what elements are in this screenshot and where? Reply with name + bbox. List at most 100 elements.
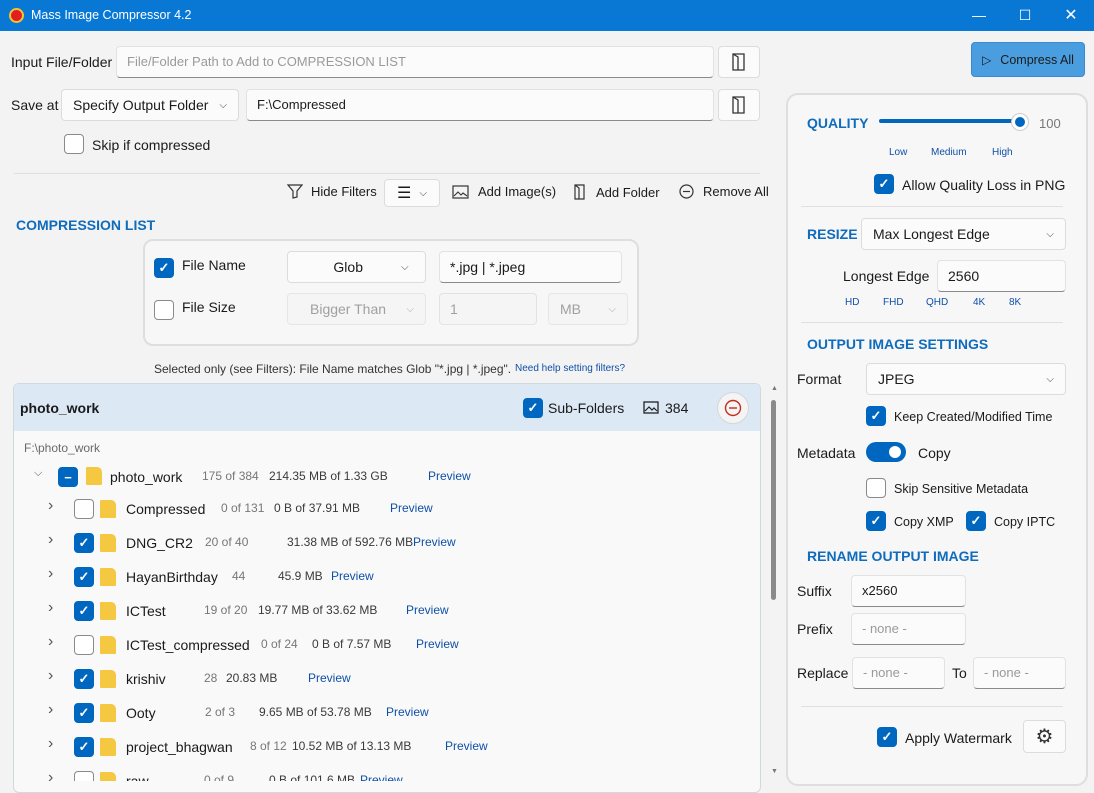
add-folder-button[interactable]: Add Folder bbox=[573, 184, 660, 200]
folder-checkbox[interactable] bbox=[74, 771, 94, 781]
close-button[interactable]: ✕ bbox=[1048, 0, 1094, 31]
folder-checkbox[interactable]: ✓ bbox=[74, 567, 94, 587]
scroll-down-icon[interactable]: ▼ bbox=[771, 768, 778, 775]
metadata-toggle[interactable] bbox=[866, 442, 906, 462]
resize-preset-hd[interactable]: HD bbox=[845, 297, 859, 308]
tree-row[interactable]: › ✓ project_bhagwan 8 of 12 10.52 MB of 13.1… bbox=[14, 731, 760, 765]
file-size-value-field[interactable]: 1 bbox=[439, 293, 537, 325]
tree-row[interactable]: › raw 0 of 9 0 B of 101.6 MB Preview bbox=[14, 765, 760, 781]
chevron-right-icon[interactable]: › bbox=[48, 769, 53, 781]
preview-link[interactable]: Preview bbox=[360, 773, 403, 781]
chevron-right-icon[interactable]: › bbox=[48, 497, 53, 515]
quality-slider-track[interactable] bbox=[879, 119, 1019, 123]
preview-link[interactable]: Preview bbox=[445, 739, 488, 753]
chevron-right-icon[interactable]: › bbox=[48, 565, 53, 583]
file-name-pattern-field[interactable]: *.jpg | *.jpeg bbox=[439, 251, 622, 283]
quality-medium-preset[interactable]: Medium bbox=[931, 147, 967, 158]
file-size-mode-dropdown[interactable]: Bigger Than ⌵ bbox=[287, 293, 426, 325]
tree-row[interactable]: › ✓ Ooty 2 of 3 9.65 MB of 53.78 MB Preview bbox=[14, 697, 760, 731]
quality-high-preset[interactable]: High bbox=[992, 147, 1013, 158]
save-mode-dropdown[interactable]: Specify Output Folder ⌵ bbox=[61, 89, 239, 121]
chevron-right-icon[interactable]: › bbox=[48, 667, 53, 685]
preview-link[interactable]: Preview bbox=[406, 603, 449, 617]
folder-checkbox[interactable]: ✓ bbox=[74, 737, 94, 757]
tree-row[interactable]: › ✓ ICTest 19 of 20 19.77 MB of 33.62 MB Prev… bbox=[14, 595, 760, 629]
resize-mode-dropdown[interactable]: Max Longest Edge ⌵ bbox=[861, 218, 1066, 250]
remove-all-button[interactable]: Remove All bbox=[679, 184, 769, 199]
format-label: Format bbox=[797, 371, 842, 387]
longest-edge-field[interactable]: 2560 bbox=[937, 260, 1066, 292]
file-name-mode-dropdown[interactable]: Glob ⌵ bbox=[287, 251, 426, 283]
copy-iptc-checkbox[interactable]: ✓ bbox=[966, 511, 986, 531]
scrollbar-thumb[interactable] bbox=[771, 400, 776, 600]
tree-root-row[interactable]: ⌵ − photo_work 175 of 384 214.35 MB of 1… bbox=[14, 459, 760, 493]
resize-preset-8k[interactable]: 8K bbox=[1009, 297, 1021, 308]
copy-xmp-checkbox[interactable]: ✓ bbox=[866, 511, 886, 531]
prefix-label: Prefix bbox=[797, 621, 833, 637]
chevron-right-icon[interactable]: › bbox=[48, 633, 53, 651]
tree-row[interactable]: › ✓ HayanBirthday 44 45.9 MB Preview bbox=[14, 561, 760, 595]
remove-folder-button[interactable] bbox=[717, 392, 749, 424]
hide-filters-button[interactable]: Hide Filters bbox=[287, 184, 377, 199]
preview-link[interactable]: Preview bbox=[413, 535, 456, 549]
preview-link[interactable]: Preview bbox=[308, 671, 351, 685]
output-settings-title: OUTPUT IMAGE SETTINGS bbox=[807, 336, 989, 352]
preview-link[interactable]: Preview bbox=[416, 637, 459, 651]
folder-checkbox[interactable] bbox=[74, 635, 94, 655]
preview-link[interactable]: Preview bbox=[386, 705, 429, 719]
allow-png-loss-checkbox[interactable]: ✓ bbox=[874, 174, 894, 194]
skip-compressed-checkbox[interactable] bbox=[64, 134, 84, 154]
suffix-field[interactable]: x2560 bbox=[851, 575, 966, 607]
input-path-field[interactable]: File/Folder Path to Add to COMPRESSION L… bbox=[116, 46, 714, 78]
apply-watermark-checkbox[interactable]: ✓ bbox=[877, 727, 897, 747]
folder-checkbox[interactable]: ✓ bbox=[74, 533, 94, 553]
output-path-field[interactable]: F:\Compressed bbox=[246, 89, 714, 121]
quality-slider-thumb[interactable] bbox=[1011, 113, 1029, 131]
keep-time-checkbox[interactable]: ✓ bbox=[866, 406, 886, 426]
preview-link[interactable]: Preview bbox=[428, 469, 471, 483]
resize-preset-qhd[interactable]: QHD bbox=[926, 297, 948, 308]
watermark-settings-button[interactable]: ⚙ bbox=[1023, 720, 1066, 753]
minimize-button[interactable]: — bbox=[956, 0, 1002, 31]
tree-row[interactable]: › ICTest_compressed 0 of 24 0 B of 7.57 MB P… bbox=[14, 629, 760, 663]
folder-panel-name: photo_work bbox=[20, 400, 100, 416]
skip-sensitive-checkbox[interactable] bbox=[866, 478, 886, 498]
tree-row[interactable]: › ✓ DNG_CR2 20 of 40 31.38 MB of 592.76 MB Pr… bbox=[14, 527, 760, 561]
resize-preset-fhd[interactable]: FHD bbox=[883, 297, 904, 308]
folder-checkbox[interactable] bbox=[74, 499, 94, 519]
filter-help-link[interactable]: Need help setting filters? bbox=[515, 363, 625, 374]
view-menu-button[interactable]: ☰ ⌵ bbox=[384, 179, 440, 207]
file-size-mode-value: Bigger Than bbox=[310, 301, 387, 317]
root-checkbox[interactable]: − bbox=[58, 467, 78, 487]
folder-checkbox[interactable]: ✓ bbox=[74, 703, 94, 723]
browse-input-button[interactable] bbox=[718, 46, 760, 78]
quality-low-preset[interactable]: Low bbox=[889, 147, 907, 158]
sub-folders-checkbox[interactable]: ✓ bbox=[523, 398, 543, 418]
chevron-right-icon[interactable]: › bbox=[48, 735, 53, 753]
folder-checkbox[interactable]: ✓ bbox=[74, 669, 94, 689]
folder-scrollbar[interactable]: ▲ ▼ bbox=[769, 385, 779, 781]
chevron-right-icon[interactable]: › bbox=[48, 531, 53, 549]
file-size-unit-dropdown[interactable]: MB ⌵ bbox=[548, 293, 628, 325]
replace-field[interactable]: - none - bbox=[852, 657, 945, 689]
maximize-button[interactable]: ☐ bbox=[1002, 0, 1048, 31]
tree-row[interactable]: › ✓ krishiv 28 20.83 MB Preview bbox=[14, 663, 760, 697]
prefix-field[interactable]: - none - bbox=[851, 613, 966, 645]
skip-sensitive-label: Skip Sensitive Metadata bbox=[894, 482, 1029, 496]
folder-checkbox[interactable]: ✓ bbox=[74, 601, 94, 621]
file-name-checkbox[interactable]: ✓ bbox=[154, 258, 174, 278]
add-images-button[interactable]: Add Image(s) bbox=[452, 184, 556, 199]
browse-output-button[interactable] bbox=[718, 89, 760, 121]
chevron-right-icon[interactable]: › bbox=[48, 599, 53, 617]
compress-all-button[interactable]: ▷ Compress All bbox=[971, 42, 1085, 77]
chevron-down-icon[interactable]: ⌵ bbox=[34, 467, 42, 480]
resize-preset-4k[interactable]: 4K bbox=[973, 297, 985, 308]
to-field[interactable]: - none - bbox=[973, 657, 1066, 689]
preview-link[interactable]: Preview bbox=[390, 501, 433, 515]
scroll-up-icon[interactable]: ▲ bbox=[771, 385, 778, 392]
chevron-right-icon[interactable]: › bbox=[48, 701, 53, 719]
file-size-checkbox[interactable] bbox=[154, 300, 174, 320]
format-dropdown[interactable]: JPEG ⌵ bbox=[866, 363, 1066, 395]
tree-row[interactable]: › Compressed 0 of 131 0 B of 37.91 MB Previe… bbox=[14, 493, 760, 527]
preview-link[interactable]: Preview bbox=[331, 569, 374, 583]
